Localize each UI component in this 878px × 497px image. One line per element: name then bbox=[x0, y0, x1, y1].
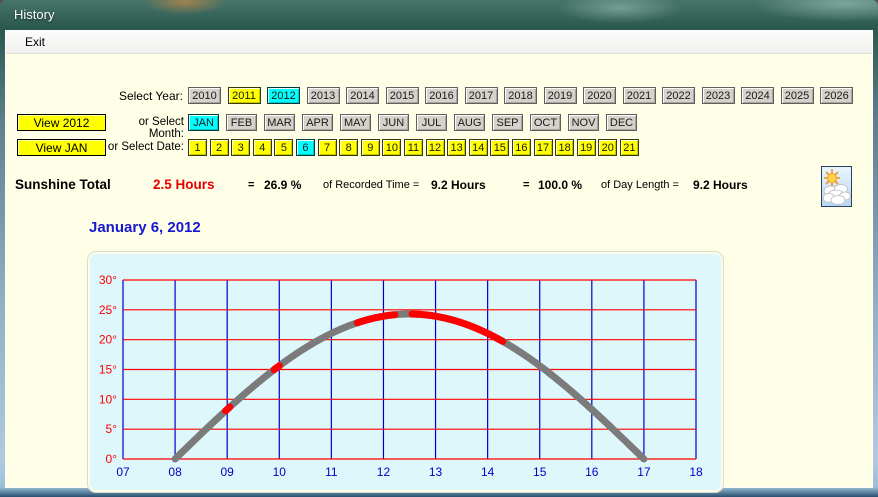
date-button[interactable]: 1 bbox=[188, 139, 207, 156]
svg-text:14: 14 bbox=[481, 465, 495, 479]
svg-text:20°: 20° bbox=[99, 333, 117, 347]
date-button[interactable]: 12 bbox=[425, 139, 445, 156]
sun-elevation-chart: 0° 5° 10° 15° 20° 25° 30° 07 08 09 10 11 12 13 14 15 16 1… bbox=[99, 273, 703, 479]
month-button[interactable]: APR bbox=[302, 114, 333, 131]
year-button[interactable]: 2024 bbox=[741, 87, 774, 104]
year-button[interactable]: 2015 bbox=[385, 87, 419, 104]
date-button[interactable]: 20 bbox=[598, 139, 618, 156]
year-button[interactable]: 2014 bbox=[346, 87, 379, 104]
year-button[interactable]: 2022 bbox=[662, 87, 695, 104]
svg-text:15: 15 bbox=[533, 465, 547, 479]
date-button[interactable]: 11 bbox=[403, 139, 423, 156]
svg-text:10: 10 bbox=[273, 465, 287, 479]
svg-text:13: 13 bbox=[429, 465, 443, 479]
chart-date-title: January 6, 2012 bbox=[89, 219, 201, 236]
svg-text:30°: 30° bbox=[99, 273, 117, 287]
svg-text:25°: 25° bbox=[99, 303, 117, 317]
month-button[interactable]: JUL bbox=[416, 114, 447, 131]
sun-behind-cloud-icon bbox=[821, 166, 852, 207]
month-button[interactable]: MAY bbox=[340, 114, 371, 131]
date-button[interactable]: 13 bbox=[447, 139, 467, 156]
menu-bar: Exit bbox=[6, 31, 872, 54]
svg-text:08: 08 bbox=[168, 465, 182, 479]
month-button[interactable]: NOV bbox=[568, 114, 599, 131]
select-date-label: or Select Date: bbox=[107, 141, 184, 153]
svg-text:09: 09 bbox=[221, 465, 235, 479]
year-button[interactable]: 2025 bbox=[780, 87, 814, 104]
sunshine-total-label: Sunshine Total bbox=[15, 177, 111, 192]
svg-text:12: 12 bbox=[377, 465, 391, 479]
svg-text:11: 11 bbox=[325, 465, 338, 479]
equals-sign: = bbox=[248, 179, 255, 191]
svg-text:15°: 15° bbox=[99, 363, 117, 377]
sunshine-total-value: 2.5 Hours bbox=[153, 177, 215, 192]
date-button[interactable]: 9 bbox=[360, 139, 380, 156]
date-button[interactable]: 18 bbox=[555, 139, 575, 156]
year-button[interactable]: 2020 bbox=[583, 87, 616, 104]
year-button[interactable]: 2010 bbox=[188, 87, 221, 104]
svg-text:17: 17 bbox=[637, 465, 651, 479]
year-button[interactable]: 2016 bbox=[425, 87, 458, 104]
date-button[interactable]: 21 bbox=[619, 139, 639, 156]
date-button[interactable]: 4 bbox=[252, 139, 272, 156]
window-content: Exit Select Year: 2010 2011 2012 2013 2014 20… bbox=[5, 30, 873, 492]
date-button[interactable]: 19 bbox=[576, 139, 596, 156]
date-button[interactable]: 6 bbox=[295, 139, 315, 156]
date-button[interactable]: 16 bbox=[511, 139, 531, 156]
day-length-value: 9.2 Hours bbox=[693, 178, 748, 192]
month-button[interactable]: MAR bbox=[264, 114, 295, 131]
date-button[interactable]: 8 bbox=[339, 139, 359, 156]
svg-text:16: 16 bbox=[585, 465, 599, 479]
window-title: History bbox=[14, 7, 55, 22]
view-month-button[interactable]: View JAN bbox=[17, 139, 106, 156]
chart-panel: 0° 5° 10° 15° 20° 25° 30° 07 08 09 10 11 12 13 14 15 16 1… bbox=[88, 252, 723, 492]
month-button[interactable]: AUG bbox=[454, 114, 485, 131]
title-bar: History bbox=[0, 0, 878, 30]
year-button[interactable]: 2013 bbox=[306, 87, 340, 104]
client-area: Select Year: 2010 2011 2012 2013 2014 2015 201… bbox=[6, 55, 872, 492]
month-button[interactable]: OCT bbox=[530, 114, 561, 131]
month-button[interactable]: SEP bbox=[492, 114, 523, 131]
recorded-time-percent: 26.9 % bbox=[264, 178, 302, 192]
date-button[interactable]: 3 bbox=[231, 139, 251, 156]
month-button[interactable]: DEC bbox=[606, 114, 637, 131]
year-button[interactable]: 2023 bbox=[701, 87, 735, 104]
month-button[interactable]: JUN bbox=[378, 114, 409, 131]
date-button[interactable]: 17 bbox=[533, 139, 553, 156]
recorded-time-label: of Recorded Time = bbox=[323, 179, 420, 191]
select-month-label: or Select Month: bbox=[138, 116, 184, 140]
equals-sign: = bbox=[523, 179, 530, 191]
year-button[interactable]: 2011 bbox=[227, 87, 261, 104]
date-button[interactable]: 15 bbox=[490, 139, 510, 156]
view-year-button[interactable]: View 2012 bbox=[17, 114, 106, 131]
date-button[interactable]: 7 bbox=[317, 139, 337, 156]
svg-text:0°: 0° bbox=[106, 452, 118, 466]
date-button[interactable]: 2 bbox=[209, 139, 229, 156]
svg-text:07: 07 bbox=[116, 465, 130, 479]
svg-text:10°: 10° bbox=[99, 392, 117, 406]
year-button[interactable]: 2019 bbox=[543, 87, 577, 104]
day-length-percent: 100.0 % bbox=[538, 178, 583, 192]
menu-item-exit[interactable]: Exit bbox=[15, 31, 55, 53]
month-button-row: JAN FEB MAR APR MAY JUN JUL AUG SEP OCT NOV DEC bbox=[188, 114, 644, 131]
app-window: History Exit Select Year: 2010 2011 2012 20… bbox=[0, 0, 878, 497]
date-button[interactable]: 5 bbox=[274, 139, 294, 156]
year-button[interactable]: 2012 bbox=[267, 87, 300, 104]
recorded-time-value: 9.2 Hours bbox=[431, 178, 486, 192]
date-button[interactable]: 14 bbox=[468, 139, 488, 156]
date-button-row: 1 2 3 4 5 6 7 8 9 10 11 12 13 14 15 16 17 18 19 20 21 bbox=[188, 139, 641, 156]
select-year-label: Select Year: bbox=[118, 89, 183, 103]
year-button[interactable]: 2021 bbox=[622, 87, 656, 104]
day-length-label: of Day Length = bbox=[601, 179, 679, 191]
year-button[interactable]: 2018 bbox=[504, 87, 537, 104]
year-button[interactable]: 2026 bbox=[820, 87, 853, 104]
sunshine-summary: Sunshine Total 2.5 Hours = 26.9 % of Rec… bbox=[6, 177, 872, 195]
svg-text:18: 18 bbox=[689, 465, 703, 479]
month-button[interactable]: FEB bbox=[226, 114, 257, 131]
year-button[interactable]: 2017 bbox=[464, 87, 498, 104]
month-button[interactable]: JAN bbox=[188, 114, 219, 131]
date-button[interactable]: 10 bbox=[382, 139, 402, 156]
svg-text:5°: 5° bbox=[106, 422, 118, 436]
year-button-row: 2010 2011 2012 2013 2014 2015 2016 2017 2018 2019… bbox=[188, 87, 860, 104]
